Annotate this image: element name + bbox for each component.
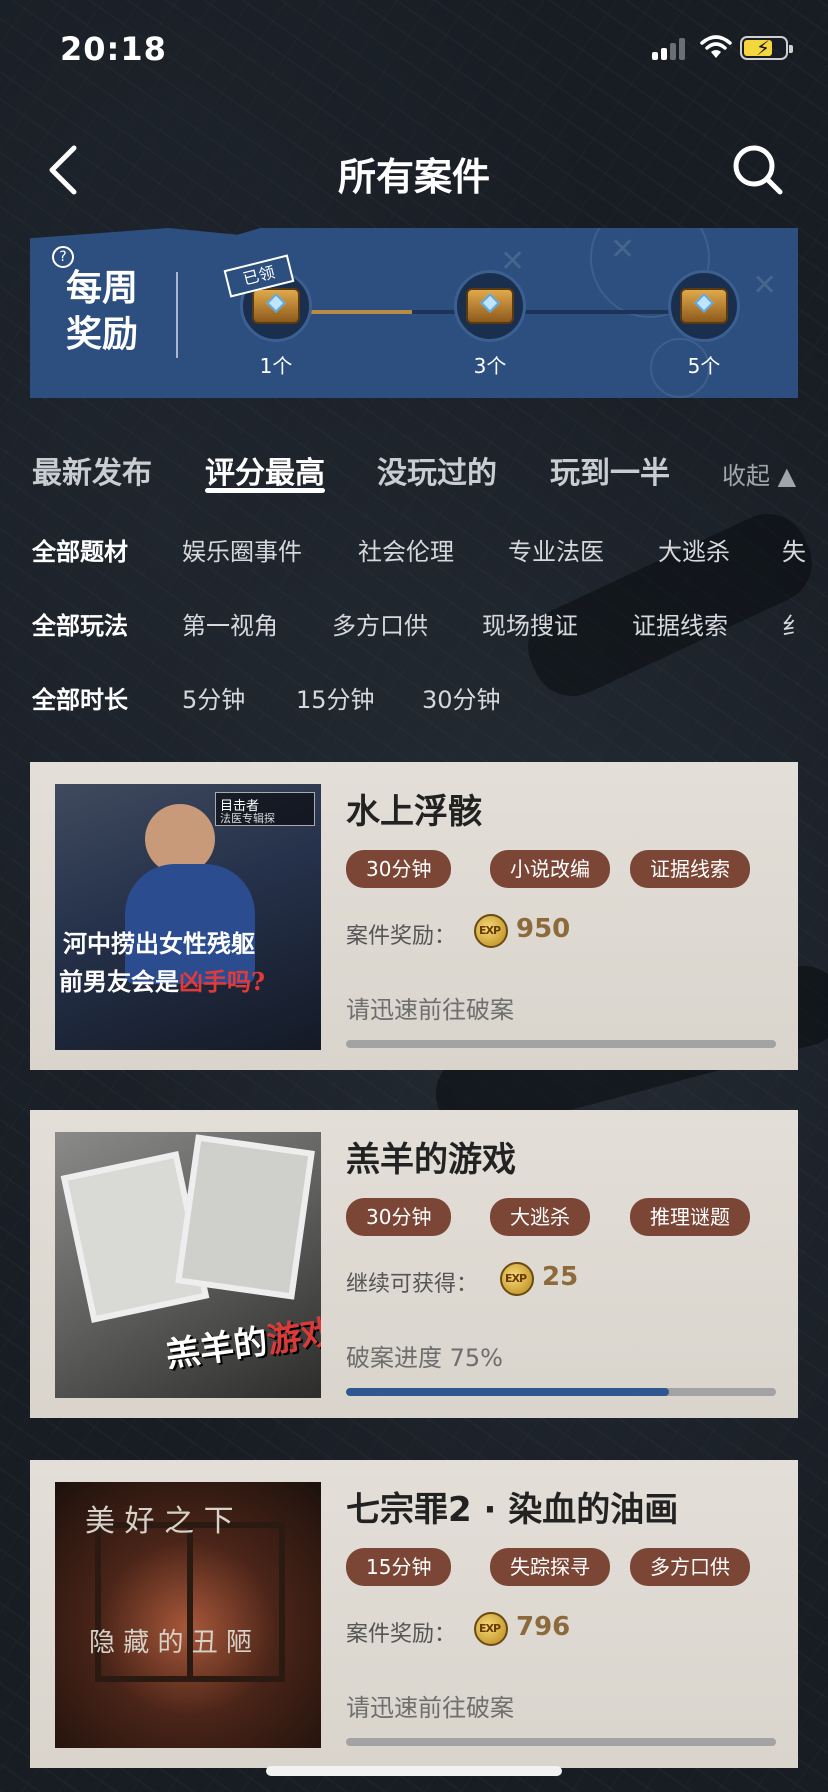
case-progress-bar	[346, 1040, 776, 1048]
weekly-title: 每周奖励	[66, 268, 139, 355]
filter-genre-ethics[interactable]: 社会伦理	[358, 532, 454, 567]
banner-decoration: ✕	[752, 268, 778, 303]
nav-bar: 所有案件	[0, 120, 828, 220]
page-title: 所有案件	[337, 155, 490, 199]
reward-value: 796	[516, 1612, 571, 1642]
case-tag: 30分钟	[346, 1198, 452, 1236]
case-progress-fill	[346, 1388, 669, 1396]
cover-headline-2: 前男友会是凶手吗?	[59, 962, 265, 997]
case-tag: 30分钟	[346, 850, 452, 888]
filter-gameplay-evidence[interactable]: 证据线索	[632, 606, 728, 641]
filter-genre-entertainment[interactable]: 娱乐圈事件	[182, 532, 302, 567]
exp-icon: EXP	[474, 1612, 508, 1646]
filter-duration-15min[interactable]: 15分钟	[296, 680, 375, 715]
case-cover-image: 美 好 之 下 隐 藏 的 丑 陋	[55, 1482, 321, 1748]
tab-top-rated[interactable]: 评分最高	[205, 448, 325, 492]
filter-gameplay-testimony[interactable]: 多方口供	[332, 606, 428, 641]
exp-icon-text: EXP	[479, 1622, 501, 1635]
filter-gameplay-first-person[interactable]: 第一视角	[182, 606, 278, 641]
filter-gameplay-partial[interactable]: 纟	[782, 606, 806, 641]
tab-unplayed[interactable]: 没玩过的	[377, 448, 497, 492]
collapse-label: 收起	[722, 462, 770, 490]
cellular-signal-icon	[652, 38, 688, 60]
filter-duration-30min[interactable]: 30分钟	[422, 680, 501, 715]
filter-genre-all[interactable]: 全部题材	[32, 532, 128, 567]
case-tag: 多方口供	[630, 1548, 750, 1586]
cover-logo-b: 游戏	[264, 1312, 321, 1362]
chest-label: 1个	[259, 354, 293, 378]
cover-logo: 羔羊的游戏	[162, 1304, 321, 1376]
case-status: 破案进度 75%	[346, 1344, 503, 1372]
filter-gameplay-all[interactable]: 全部玩法	[32, 606, 128, 641]
filter-genre-forensics[interactable]: 专业法医	[508, 532, 604, 567]
active-tab-indicator	[205, 488, 325, 493]
case-card[interactable]: 羔羊的游戏 羔羊的游戏 30分钟 大逃杀 推理谜题 继续可获得： EXP 25 …	[30, 1110, 798, 1418]
cover-top-text: 美 好 之 下	[85, 1504, 234, 1539]
cover-headline-2b: 凶手吗?	[179, 967, 266, 996]
cover-photo	[175, 1134, 315, 1300]
chest-label: 3个	[473, 354, 507, 378]
case-status: 请迅速前往破案	[346, 1694, 514, 1722]
tab-in-progress[interactable]: 玩到一半	[550, 448, 670, 492]
case-tag: 推理谜题	[630, 1198, 750, 1236]
case-card[interactable]: 美 好 之 下 隐 藏 的 丑 陋 七宗罪2 · 染血的油画 15分钟 失踪探寻…	[30, 1460, 798, 1768]
help-icon[interactable]: ?	[52, 246, 74, 268]
filter-row-genre: 全部题材 娱乐圈事件 社会伦理 专业法医 大逃杀 失	[0, 526, 828, 576]
filter-row-gameplay: 全部玩法 第一视角 多方口供 现场搜证 证据线索 纟	[0, 600, 828, 650]
chest-label: 5个	[687, 354, 721, 378]
status-time: 20:18	[60, 30, 167, 68]
filter-duration-all[interactable]: 全部时长	[32, 680, 128, 715]
reward-value: 25	[542, 1262, 579, 1292]
cover-logo-a: 羔羊的	[163, 1321, 271, 1376]
filter-duration-5min[interactable]: 5分钟	[182, 680, 245, 715]
reward-chest-3[interactable]	[668, 270, 740, 342]
reward-value: 950	[516, 914, 571, 944]
filter-row-duration: 全部时长 5分钟 15分钟 30分钟	[0, 674, 828, 724]
filter-gameplay-scene-search[interactable]: 现场搜证	[482, 606, 578, 641]
collapse-button[interactable]: 收起 ▲	[722, 456, 796, 491]
case-tag: 大逃杀	[490, 1198, 590, 1236]
case-status: 请迅速前往破案	[346, 996, 514, 1024]
case-title: 羔羊的游戏	[346, 1140, 516, 1180]
sort-tabs: 最新发布 评分最高 没玩过的 玩到一半 收起 ▲	[0, 440, 828, 500]
banner-decoration: ✕	[610, 232, 636, 267]
search-icon[interactable]	[730, 142, 786, 198]
divider	[176, 272, 178, 358]
case-card[interactable]: 目击者 法医专辑探 河中捞出女性残躯 前男友会是凶手吗? 水上浮骸 30分钟 小…	[30, 762, 798, 1070]
case-title: 水上浮骸	[346, 792, 482, 832]
cover-badge: 目击者 法医专辑探	[215, 792, 315, 826]
cover-headline-1: 河中捞出女性残躯	[63, 929, 255, 958]
caret-up-icon: ▲	[777, 462, 797, 490]
reward-label: 继续可获得：	[346, 1272, 479, 1297]
status-bar: 20:18 ⚡	[0, 0, 828, 100]
case-cover-image: 目击者 法医专辑探 河中捞出女性残躯 前男友会是凶手吗?	[55, 784, 321, 1050]
filter-genre-partial[interactable]: 失	[782, 532, 806, 567]
exp-icon: EXP	[474, 914, 508, 948]
weekly-reward-banner[interactable]: ✕ ✕ ✕ ? 每周奖励 1个 3个 5个 已领	[30, 228, 798, 398]
case-cover-image: 羔羊的游戏	[55, 1132, 321, 1398]
exp-icon-text: EXP	[479, 924, 501, 937]
case-title: 七宗罪2 · 染血的油画	[346, 1490, 679, 1530]
reward-chest-2[interactable]	[454, 270, 526, 342]
home-indicator	[266, 1766, 562, 1776]
exp-icon-text: EXP	[505, 1272, 527, 1285]
case-tag: 证据线索	[630, 850, 750, 888]
case-tag: 失踪探寻	[490, 1548, 610, 1586]
cover-headline-2a: 前男友会是	[59, 967, 179, 996]
wifi-icon	[700, 35, 732, 58]
cover-badge-sub: 法医专辑探	[220, 812, 275, 825]
case-tag: 小说改编	[490, 850, 610, 888]
case-tag: 15分钟	[346, 1548, 452, 1586]
filter-genre-battle-royale[interactable]: 大逃杀	[658, 532, 730, 567]
reward-label: 案件奖励：	[346, 924, 457, 949]
tab-latest[interactable]: 最新发布	[32, 448, 152, 492]
exp-icon: EXP	[500, 1262, 534, 1296]
reward-label: 案件奖励：	[346, 1622, 457, 1647]
cover-bottom-text: 隐 藏 的 丑 陋	[89, 1628, 253, 1658]
case-progress-bar	[346, 1388, 776, 1396]
case-progress-bar	[346, 1738, 776, 1746]
battery-icon: ⚡	[740, 36, 793, 60]
